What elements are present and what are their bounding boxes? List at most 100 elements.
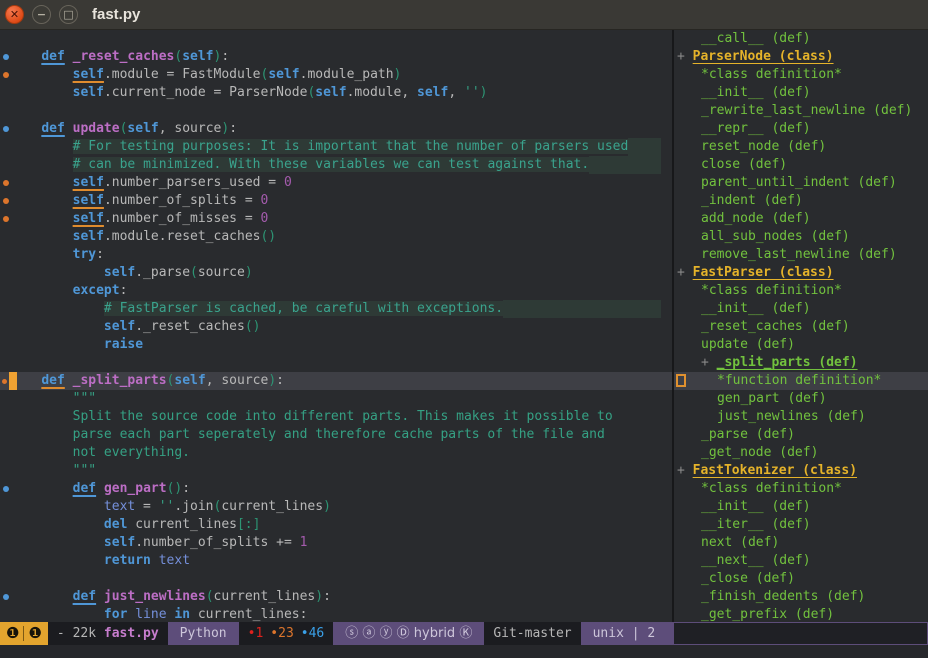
outline-label: add_node (def) — [701, 211, 811, 226]
code-line[interactable]: parse each part seperately and therefore… — [0, 426, 672, 444]
outline-label: ParserNode (class) — [693, 49, 834, 64]
buffer-info-segment[interactable]: - 22k fast.py — [48, 622, 168, 645]
code-line[interactable]: self._parse(source) — [0, 264, 672, 282]
code-line[interactable]: text = ''.join(current_lines) — [0, 498, 672, 516]
outline-item[interactable]: __next__ (def) — [674, 552, 928, 570]
expand-icon[interactable]: + — [677, 49, 693, 64]
expand-icon[interactable]: + — [677, 463, 693, 478]
code-line[interactable]: del current_lines[:] — [0, 516, 672, 534]
code-text: # can be minimized. With these variables… — [0, 156, 589, 174]
code-line[interactable]: self.module.reset_caches() — [0, 228, 672, 246]
outline-item[interactable]: + ParserNode (class) — [674, 48, 928, 66]
outline-item[interactable]: next (def) — [674, 534, 928, 552]
outline-item[interactable]: add_node (def) — [674, 210, 928, 228]
code-line[interactable]: for line in current_lines: — [0, 606, 672, 622]
code-line[interactable]: # can be minimized. With these variables… — [0, 156, 672, 174]
outline-item[interactable]: __init__ (def) — [674, 300, 928, 318]
outline-item[interactable]: gen_part (def) — [674, 390, 928, 408]
code-line[interactable] — [0, 570, 672, 588]
outline-item[interactable]: _rewrite_last_newline (def) — [674, 102, 928, 120]
window-number-badge: ❶ ❶ — [0, 622, 48, 645]
code-line[interactable]: return text — [0, 552, 672, 570]
outline-item[interactable]: all_sub_nodes (def) — [674, 228, 928, 246]
flycheck-segment[interactable]: •1 •23 •46 — [239, 622, 334, 645]
code-line[interactable]: Split the source code into different par… — [0, 408, 672, 426]
outline-item[interactable]: __iter__ (def) — [674, 516, 928, 534]
flycheck-error-count[interactable]: •1 — [248, 622, 264, 645]
flycheck-info-count[interactable]: •46 — [301, 622, 324, 645]
outline-item[interactable]: update (def) — [674, 336, 928, 354]
line-filler — [143, 336, 661, 354]
code-line[interactable]: def _reset_caches(self): — [0, 48, 672, 66]
minor-modes-segment[interactable]: ⓢ ⓐ ⓨ Ⓓ hybrid Ⓚ — [333, 622, 484, 645]
outline-item[interactable]: _get_node (def) — [674, 444, 928, 462]
code-line[interactable]: self.current_node = ParserNode(self.modu… — [0, 84, 672, 102]
expand-icon[interactable]: + — [701, 355, 717, 370]
outline-item[interactable]: __repr__ (def) — [674, 120, 928, 138]
code-text: self.number_of_splits = 0 — [0, 192, 268, 210]
code-line[interactable]: """ — [0, 390, 672, 408]
code-line[interactable]: def gen_part(): — [0, 480, 672, 498]
outline-item[interactable]: _get_prefix (def) — [674, 606, 928, 622]
code-line[interactable]: try: — [0, 246, 672, 264]
code-line[interactable] — [0, 102, 672, 120]
line-filler — [96, 390, 661, 408]
outline-item[interactable]: remove_last_newline (def) — [674, 246, 928, 264]
cursor-line-bar — [9, 372, 17, 390]
outline-item[interactable]: + _split_parts (def) — [674, 354, 928, 372]
outline-item[interactable]: __init__ (def) — [674, 498, 928, 516]
code-line[interactable]: except: — [0, 282, 672, 300]
outline-item[interactable]: parent_until_indent (def) — [674, 174, 928, 192]
code-line[interactable]: # For testing purposes: It is important … — [0, 138, 672, 156]
outline-item[interactable]: close (def) — [674, 156, 928, 174]
line-filler — [628, 138, 661, 156]
code-line[interactable]: def update(self, source): — [0, 120, 672, 138]
outline-item[interactable]: _indent (def) — [674, 192, 928, 210]
outline-item[interactable]: _parse (def) — [674, 426, 928, 444]
code-line[interactable]: def _split_parts(self, source): — [0, 372, 672, 390]
code-line[interactable]: self.number_of_splits += 1 — [0, 534, 672, 552]
major-mode-segment[interactable]: Python — [168, 622, 239, 645]
code-line[interactable]: not everything. — [0, 444, 672, 462]
outline-item[interactable]: + FastParser (class) — [674, 264, 928, 282]
vc-segment[interactable]: Git-master — [484, 622, 580, 645]
code-line[interactable]: self.number_parsers_used = 0 — [0, 174, 672, 192]
code-line[interactable]: self.module = FastModule(self.module_pat… — [0, 66, 672, 84]
code-line[interactable]: """ — [0, 462, 672, 480]
outline-item[interactable]: _finish_dedents (def) — [674, 588, 928, 606]
code-line[interactable]: def just_newlines(current_lines): — [0, 588, 672, 606]
outline-label: parent_until_indent (def) — [701, 175, 897, 190]
code-line[interactable]: raise — [0, 336, 672, 354]
outline-item[interactable]: just_newlines (def) — [674, 408, 928, 426]
close-icon[interactable]: ✕ — [5, 5, 24, 24]
code-line[interactable]: # FastParser is cached, be careful with … — [0, 300, 672, 318]
code-line[interactable]: self._reset_caches() — [0, 318, 672, 336]
code-line[interactable] — [0, 354, 672, 372]
echo-area[interactable] — [0, 645, 928, 658]
code-line[interactable]: self.number_of_splits = 0 — [0, 192, 672, 210]
outline-item[interactable]: _close (def) — [674, 570, 928, 588]
maximize-icon[interactable]: □ — [59, 5, 78, 24]
outline-label: _rewrite_last_newline (def) — [701, 103, 912, 118]
outline-panel[interactable]: __call__ (def)+ ParserNode (class)*class… — [674, 30, 928, 622]
line-filler — [190, 444, 661, 462]
code-line[interactable]: self.number_of_misses = 0 — [0, 210, 672, 228]
outline-item[interactable]: *class definition* — [674, 66, 928, 84]
outline-item[interactable]: __call__ (def) — [674, 30, 928, 48]
expand-icon[interactable]: + — [677, 265, 693, 280]
outline-item[interactable]: reset_node (def) — [674, 138, 928, 156]
outline-item[interactable]: *class definition* — [674, 282, 928, 300]
code-line[interactable] — [0, 30, 672, 48]
modified-flag: - — [57, 622, 65, 645]
flycheck-warning-count[interactable]: •23 — [270, 622, 293, 645]
outline-item[interactable]: *function definition* — [674, 372, 928, 390]
outline-label: _get_prefix (def) — [701, 607, 834, 622]
minimize-icon[interactable]: − — [32, 5, 51, 24]
outline-item[interactable]: _reset_caches (def) — [674, 318, 928, 336]
code-editor[interactable]: def _reset_caches(self): self.module = F… — [0, 30, 672, 622]
outline-item[interactable]: *class definition* — [674, 480, 928, 498]
outline-item[interactable]: + FastTokenizer (class) — [674, 462, 928, 480]
outline-item[interactable]: __init__ (def) — [674, 84, 928, 102]
titlebar: ✕ − □ fast.py — [0, 0, 928, 30]
code-text: return text — [0, 552, 190, 570]
